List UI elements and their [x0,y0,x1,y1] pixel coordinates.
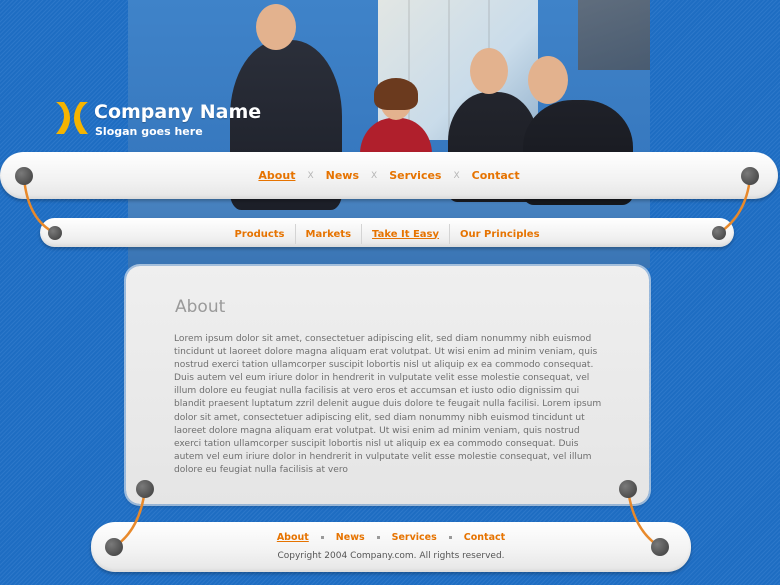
photo-person-head [528,56,568,104]
hook-icon [619,480,637,498]
footer-nav-news[interactable]: News [336,532,365,543]
main-nav-about[interactable]: About [258,169,295,182]
hook-icon [136,480,154,498]
sub-nav: Products Markets Take It Easy Our Princi… [40,224,734,244]
footer-nav-contact[interactable]: Contact [464,532,505,543]
footer-nav-services[interactable]: Services [392,532,437,543]
photo-person-hair [374,78,418,110]
footer-separator [376,536,380,539]
content-title: About [175,297,226,317]
photo-blind [448,0,450,140]
footer-separator [320,536,324,539]
nav-separator: X [453,170,460,181]
footer-separator [448,536,452,539]
main-nav-news[interactable]: News [326,169,359,182]
sub-nav-take-it-easy[interactable]: Take It Easy [362,229,449,240]
photo-person-head [256,4,296,50]
nav-separator: X [307,170,314,181]
main-nav-services[interactable]: Services [389,169,441,182]
content-body: Lorem ipsum dolor sit amet, consectetuer… [174,334,602,475]
sub-nav-markets[interactable]: Markets [296,229,362,240]
photo-painting [578,0,650,70]
footer-nav: About News Services Contact [91,532,691,543]
company-name: Company Name [94,101,262,123]
sub-nav-products[interactable]: Products [224,229,294,240]
main-nav: About X News X Services X Contact [0,169,778,182]
logo-icon [56,102,88,134]
photo-person-head [470,48,508,94]
copyright: Copyright 2004 Company.com. All rights r… [277,551,505,561]
main-nav-contact[interactable]: Contact [472,169,520,182]
slogan: Slogan goes here [95,125,203,138]
footer-nav-about[interactable]: About [277,532,309,543]
nav-separator: X [371,170,378,181]
sub-nav-our-principles[interactable]: Our Principles [450,229,550,240]
footer-bar [91,522,691,572]
